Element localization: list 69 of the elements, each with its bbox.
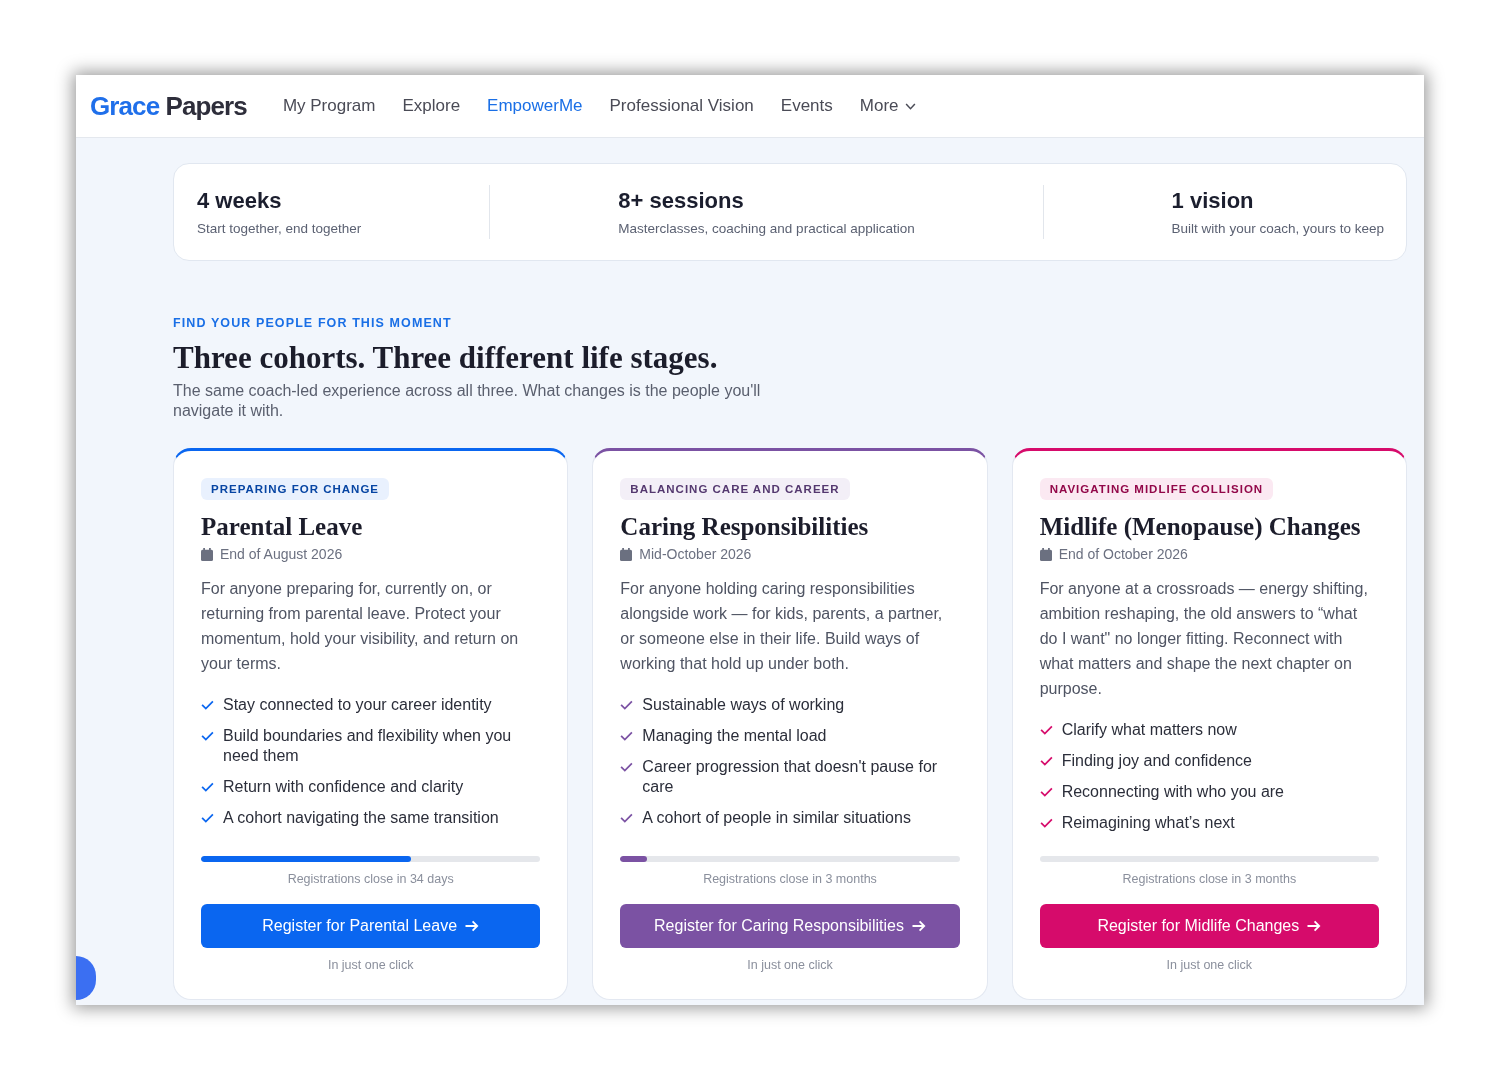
stat-value: 4 weeks [197, 188, 283, 214]
arrow-right-icon [465, 920, 480, 932]
cohort-description: For anyone preparing for, currently on, or returning from parental leave. Protect your momentum, hold your visibility, and return on your terms. [201, 579, 520, 674]
benefit-text: Reconnecting with who you are [1061, 782, 1284, 802]
stat-caption: Start together, end together [197, 221, 362, 236]
stat-caption: Built with your coach, yours to keep [1171, 221, 1384, 236]
cohort-description: For anyone at a crossroads — energy shifting, ambition reshaping, the old answers to “what do I want" no longer fitting. Reconnect with what matters and shape the next chapter on purpose. [1039, 579, 1369, 699]
floating-action-button[interactable] [76, 956, 96, 1000]
benefit-text: Finding joy and confidence [1061, 751, 1252, 771]
cohort-tag: PREPARING FOR CHANGE [201, 478, 390, 500]
section-eyebrow: FIND YOUR PEOPLE FOR THIS MOMENT [173, 316, 453, 330]
check-icon [201, 813, 214, 823]
register-button[interactable]: Register for Caring Responsibilities [620, 904, 960, 948]
benefit-text: Career progression that doesn't pause for care [642, 757, 939, 797]
stat-caption: Masterclasses, coaching and practical application [618, 221, 915, 236]
button-note: In just one click [1165, 958, 1254, 972]
cohort-date: End of October 2026 [1058, 546, 1188, 562]
arrow-right-icon [911, 920, 926, 932]
benefit-text: Clarify what matters now [1061, 720, 1237, 740]
arrow-right-icon [1307, 920, 1322, 932]
benefit-text: Reimagining what’s next [1061, 813, 1235, 833]
check-icon [620, 700, 634, 710]
stat-value: 1 vision [1171, 188, 1255, 214]
section-heading: Three cohorts. Three different life stages. [173, 339, 719, 377]
calendar-icon [201, 547, 213, 561]
calendar-icon [1039, 547, 1052, 561]
benefit-text: Sustainable ways of working [642, 695, 845, 715]
check-icon [201, 731, 214, 741]
benefit-text: Build boundaries and flexibility when you need them [223, 726, 513, 766]
calendar-icon [620, 547, 633, 561]
deadline-text: Registrations close in 3 months [1121, 872, 1298, 886]
benefit-text: Managing the mental load [642, 726, 827, 746]
deadline-text: Registrations close in 3 months [702, 872, 878, 886]
cohort-description: For anyone holding caring responsibilities alongside work — for kids, parents, a partner, or someone else in their life. Build ways of working that hold up under both. [620, 579, 944, 674]
cohort-date: Mid-October 2026 [639, 546, 752, 562]
check-icon [1039, 818, 1053, 828]
check-icon [620, 731, 634, 741]
stat-value: 8+ sessions [618, 188, 745, 214]
button-note: In just one click [746, 958, 834, 972]
cohort-date: End of August 2026 [220, 546, 343, 562]
cohort-tag: BALANCING CARE AND CAREER [620, 478, 850, 500]
cohort-title: Parental Leave [201, 512, 364, 542]
chevron-down-icon [904, 102, 916, 110]
check-icon [201, 782, 214, 792]
nav-link[interactable]: Professional Vision [609, 96, 754, 116]
check-icon [1039, 725, 1053, 735]
cohort-title: Midlife (Menopause) Changes [1039, 512, 1362, 542]
cohort-title: Caring Responsibilities [620, 512, 870, 542]
check-icon [620, 813, 634, 823]
benefit-text: Stay connected to your career identity [223, 695, 492, 715]
benefit-text: Return with confidence and clarity [223, 777, 464, 797]
check-icon [620, 762, 634, 772]
logo[interactable]: Grace Papers [90, 90, 247, 122]
nav-link[interactable]: Events [780, 96, 833, 116]
benefit-text: A cohort of people in similar situations [642, 808, 911, 828]
nav-link[interactable]: My Program [282, 96, 376, 116]
register-button[interactable]: Register for Parental Leave [201, 904, 541, 948]
deadline-text: Registrations close in 34 days [286, 872, 455, 886]
nav-dropdown[interactable]: More [859, 96, 916, 116]
button-note: In just one click [326, 958, 415, 972]
benefit-text: A cohort navigating the same transition [223, 808, 499, 828]
check-icon [201, 700, 214, 710]
section-subtitle: The same coach-led experience across all three. What changes is the people you'll navigate it with. [173, 381, 762, 421]
check-icon [1039, 787, 1053, 797]
nav-link[interactable]: EmpowerMe [487, 96, 583, 116]
register-button[interactable]: Register for Midlife Changes [1039, 904, 1379, 948]
nav-link[interactable]: Explore [402, 96, 461, 116]
cohort-tag: NAVIGATING MIDLIFE COLLISION [1039, 478, 1274, 500]
check-icon [1039, 756, 1053, 766]
